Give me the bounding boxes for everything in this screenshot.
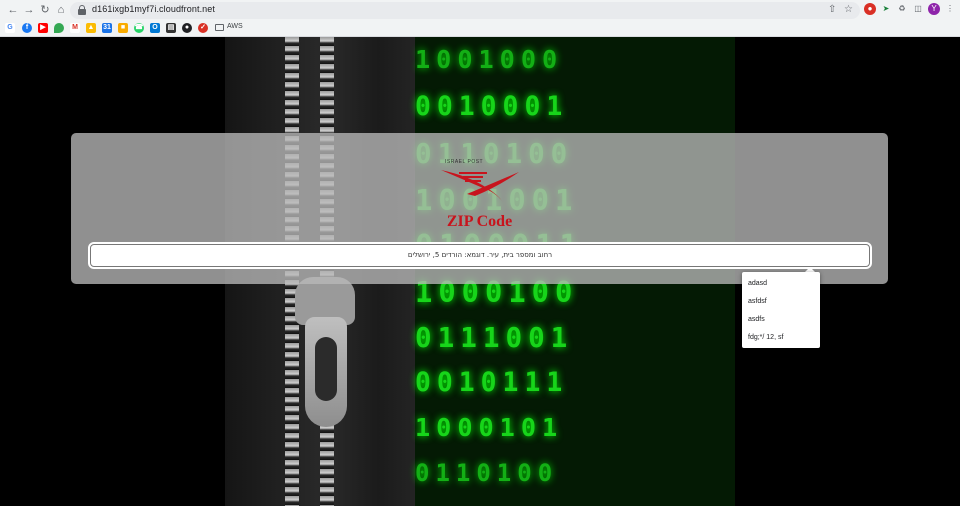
back-icon[interactable]: ← xyxy=(6,3,20,17)
binary-digits-row: 0010111 xyxy=(415,367,569,398)
home-icon[interactable]: ⌂ xyxy=(54,3,68,17)
address-search-input[interactable]: רחוב ומספר בית, עיר. דוגמא: הורדים 5, יר… xyxy=(88,242,872,269)
binary-digits-row: 1001000 xyxy=(415,45,564,74)
side-panel-icon[interactable]: ◫ xyxy=(912,3,924,15)
extension-red-icon[interactable]: ● xyxy=(864,3,876,15)
forward-icon[interactable]: → xyxy=(22,3,36,17)
browser-chrome: ← → ↻ ⌂ d161ixgb1myf7i.cloudfront.net ⇧ … xyxy=(0,0,960,37)
pocket-bookmark-icon[interactable]: ✓ xyxy=(198,23,208,33)
profile-avatar[interactable]: Y xyxy=(928,3,940,15)
extension-rocket-icon[interactable]: ➤ xyxy=(880,3,892,15)
zipper-slider xyxy=(285,277,365,427)
lock-icon[interactable] xyxy=(78,5,86,15)
autocomplete-option[interactable]: asdfs xyxy=(748,316,765,323)
autocomplete-option[interactable]: adasd xyxy=(748,280,767,287)
folder-icon[interactable] xyxy=(215,24,224,31)
outlook-bookmark-icon[interactable]: O xyxy=(150,23,160,33)
bookmark-star-icon[interactable]: ☆ xyxy=(844,4,853,15)
binary-digits-row: 0111001 xyxy=(415,321,574,354)
address-bar[interactable]: d161ixgb1myf7i.cloudfront.net ⇧ ☆ xyxy=(70,2,860,19)
binary-digits-row: 0010001 xyxy=(415,91,569,122)
github-bookmark-icon[interactable]: ● xyxy=(182,23,192,33)
calendar-bookmark-icon[interactable]: 31 xyxy=(102,23,112,33)
bookmark-folder-aws[interactable]: AWS xyxy=(227,23,243,30)
maps-bookmark-icon[interactable] xyxy=(54,23,64,33)
share-icon[interactable]: ⇧ xyxy=(828,4,836,15)
url-text: d161ixgb1myf7i.cloudfront.net xyxy=(92,4,215,14)
autocomplete-option[interactable]: asfdsf xyxy=(748,298,767,305)
bookmarks-bar: G f ▶ M ▲ 31 ■ ☎ O ▤ ● ✓ AWS xyxy=(0,20,960,36)
reload-icon[interactable]: ↻ xyxy=(38,3,52,17)
menu-kebab-icon[interactable]: ⋮ xyxy=(944,3,956,15)
israel-post-logo xyxy=(441,170,519,202)
autocomplete-dropdown: adasd asfdsf asdfs fdg;*/ 12, sf xyxy=(742,272,820,348)
news-bookmark-icon[interactable]: ▤ xyxy=(166,23,176,33)
autocomplete-option[interactable]: fdg;*/ 12, sf xyxy=(748,334,783,341)
logo-caption: ISRAEL POST xyxy=(445,159,484,165)
google-bookmark-icon[interactable]: G xyxy=(5,23,15,33)
page-title: ZIP Code xyxy=(446,213,513,230)
extensions-puzzle-icon[interactable]: ♻ xyxy=(896,3,908,15)
browser-toolbar: ← → ↻ ⌂ d161ixgb1myf7i.cloudfront.net ⇧ … xyxy=(0,0,960,20)
keep-bookmark-icon[interactable]: ■ xyxy=(118,23,128,33)
binary-digits-row: 1000101 xyxy=(415,413,564,442)
gmail-bookmark-icon[interactable]: M xyxy=(70,23,80,33)
youtube-bookmark-icon[interactable]: ▶ xyxy=(38,23,48,33)
facebook-bookmark-icon[interactable]: f xyxy=(22,23,32,33)
page-viewport: 1001000001000101101001001001010001110001… xyxy=(0,37,960,506)
whatsapp-bookmark-icon[interactable]: ☎ xyxy=(134,23,144,33)
zip-search-panel: ISRAEL POST ZIP Code רחוב ומספר בית, עיר… xyxy=(71,133,888,284)
drive-bookmark-icon[interactable]: ▲ xyxy=(86,23,96,33)
binary-digits-row: 0110100 xyxy=(415,459,559,487)
